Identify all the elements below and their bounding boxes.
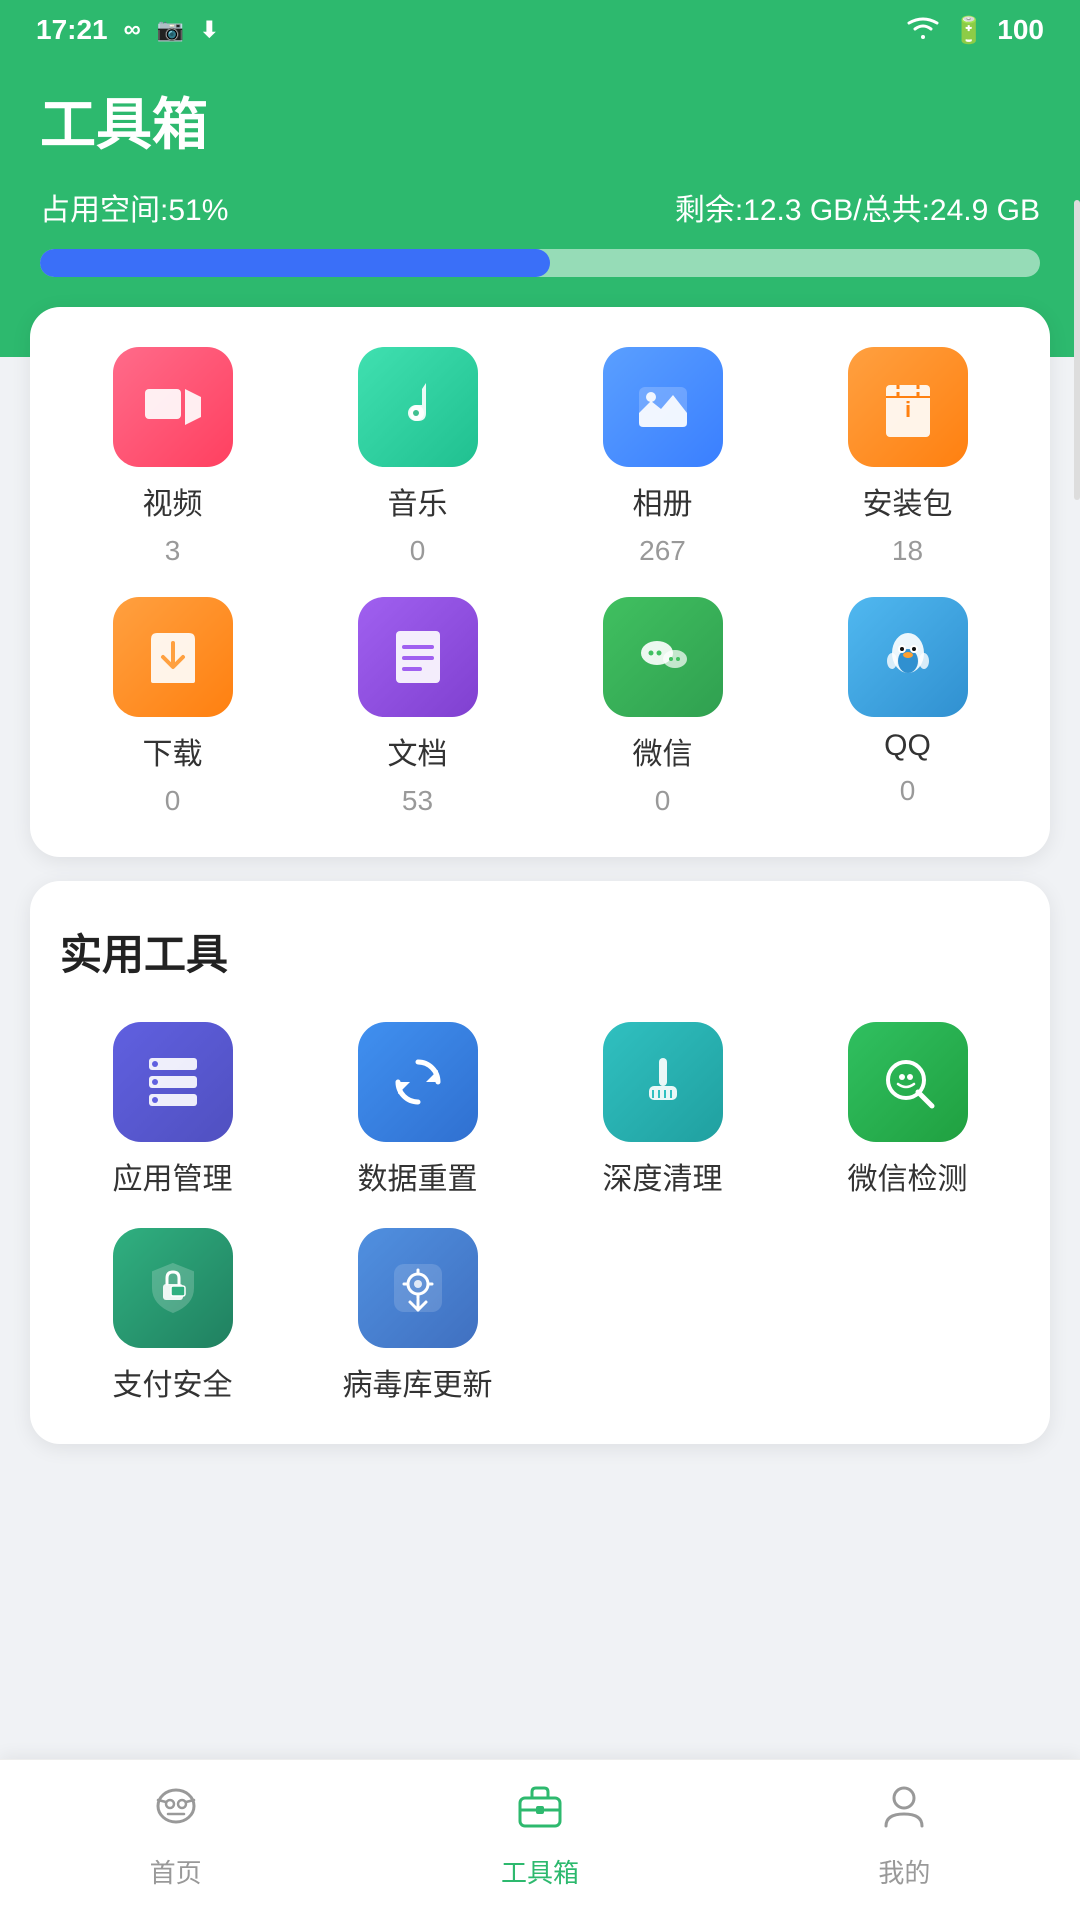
- storage-remain-text: 剩余:12.3 GB/总共:24.9 GB: [675, 185, 1040, 229]
- tools-section-title: 实用工具: [60, 921, 1020, 982]
- file-categories-grid: 视频 3 音乐 0: [60, 347, 1020, 567]
- music-label: 音乐: [388, 479, 448, 523]
- file-categories-card: 视频 3 音乐 0: [30, 307, 1050, 857]
- app-mgr-label: 应用管理: [113, 1154, 233, 1198]
- category-download[interactable]: 下载 0: [60, 597, 285, 817]
- qq-count: 0: [900, 775, 916, 807]
- tool-data-reset[interactable]: 数据重置: [305, 1022, 530, 1198]
- video-label: 视频: [143, 479, 203, 523]
- file-categories-row2: 下载 0 文档 53: [60, 597, 1020, 817]
- album-label: 相册: [633, 479, 693, 523]
- data-reset-label: 数据重置: [358, 1154, 478, 1198]
- nav-home-label: 首页: [150, 1853, 202, 1890]
- qq-icon: [848, 597, 968, 717]
- package-icon: i: [848, 347, 968, 467]
- status-download-icon: ⬇: [200, 17, 218, 43]
- pay-safe-icon: [113, 1228, 233, 1348]
- status-extra-icon: 📷: [157, 17, 184, 43]
- category-qq[interactable]: QQ 0: [795, 597, 1020, 817]
- main-content: 视频 3 音乐 0: [0, 307, 1080, 1444]
- nav-mine[interactable]: 我的: [878, 1780, 930, 1890]
- data-reset-icon: [358, 1022, 478, 1142]
- tool-wechat-detect[interactable]: 微信检测: [795, 1022, 1020, 1198]
- deep-clean-label: 深度清理: [603, 1154, 723, 1198]
- virus-update-icon: [358, 1228, 478, 1348]
- toolbox-nav-icon: [514, 1780, 566, 1845]
- nav-toolbox[interactable]: 工具箱: [501, 1780, 579, 1890]
- download-icon: [113, 597, 233, 717]
- status-bar: 17:21 ∞ 📷 ⬇ 🔋 100: [0, 0, 1080, 60]
- qq-label: QQ: [884, 729, 931, 763]
- tools-grid-row2: 支付安全: [60, 1228, 1020, 1404]
- pay-safe-label: 支付安全: [113, 1360, 233, 1404]
- storage-used-text: 占用空间:51%: [40, 185, 228, 229]
- empty-slot-1: [550, 1228, 775, 1404]
- empty-slot-2: [795, 1228, 1020, 1404]
- storage-progress-fill: [40, 249, 550, 277]
- wifi-icon: [905, 13, 941, 48]
- battery-icon: 🔋: [953, 15, 985, 46]
- tools-card: 实用工具 应用管理: [30, 881, 1050, 1444]
- home-icon: [150, 1780, 202, 1845]
- mine-nav-icon: [878, 1780, 930, 1845]
- nav-home[interactable]: 首页: [150, 1780, 202, 1890]
- package-label: 安装包: [863, 479, 953, 523]
- category-music[interactable]: 音乐 0: [305, 347, 530, 567]
- music-icon: [358, 347, 478, 467]
- nav-mine-label: 我的: [878, 1853, 930, 1890]
- storage-info: 占用空间:51% 剩余:12.3 GB/总共:24.9 GB: [40, 185, 1040, 229]
- wechat-count: 0: [655, 785, 671, 817]
- download-label: 下载: [143, 729, 203, 773]
- package-count: 18: [892, 535, 923, 567]
- tool-app-mgr[interactable]: 应用管理: [60, 1022, 285, 1198]
- tools-grid-row1: 应用管理 数据重置: [60, 1022, 1020, 1198]
- battery-level: 100: [997, 14, 1044, 46]
- app-mgr-icon: [113, 1022, 233, 1142]
- video-icon: [113, 347, 233, 467]
- page-title: 工具箱: [40, 80, 1040, 161]
- music-count: 0: [410, 535, 426, 567]
- wechat-detect-label: 微信检测: [848, 1154, 968, 1198]
- wechat-icon: [603, 597, 723, 717]
- svg-text:i: i: [904, 397, 910, 422]
- tool-deep-clean[interactable]: 深度清理: [550, 1022, 775, 1198]
- category-album[interactable]: 相册 267: [550, 347, 775, 567]
- download-count: 0: [165, 785, 181, 817]
- category-video[interactable]: 视频 3: [60, 347, 285, 567]
- storage-progress-bar: [40, 249, 1040, 277]
- tool-pay-safe[interactable]: 支付安全: [60, 1228, 285, 1404]
- scroll-indicator: [1074, 200, 1080, 500]
- album-icon: [603, 347, 723, 467]
- status-notification-icon: ∞: [124, 16, 141, 44]
- category-package[interactable]: i 安装包 18: [795, 347, 1020, 567]
- doc-label: 文档: [388, 729, 448, 773]
- status-time: 17:21: [36, 14, 108, 46]
- tool-virus-update[interactable]: 病毒库更新: [305, 1228, 530, 1404]
- deep-clean-icon: [603, 1022, 723, 1142]
- album-count: 267: [639, 535, 686, 567]
- doc-icon: [358, 597, 478, 717]
- video-count: 3: [165, 535, 181, 567]
- virus-update-label: 病毒库更新: [343, 1360, 493, 1404]
- doc-count: 53: [402, 785, 433, 817]
- wechat-label: 微信: [633, 729, 693, 773]
- category-wechat[interactable]: 微信 0: [550, 597, 775, 817]
- wechat-detect-icon: [848, 1022, 968, 1142]
- nav-toolbox-label: 工具箱: [501, 1853, 579, 1890]
- bottom-nav: 首页 工具箱 我的: [0, 1759, 1080, 1920]
- category-doc[interactable]: 文档 53: [305, 597, 530, 817]
